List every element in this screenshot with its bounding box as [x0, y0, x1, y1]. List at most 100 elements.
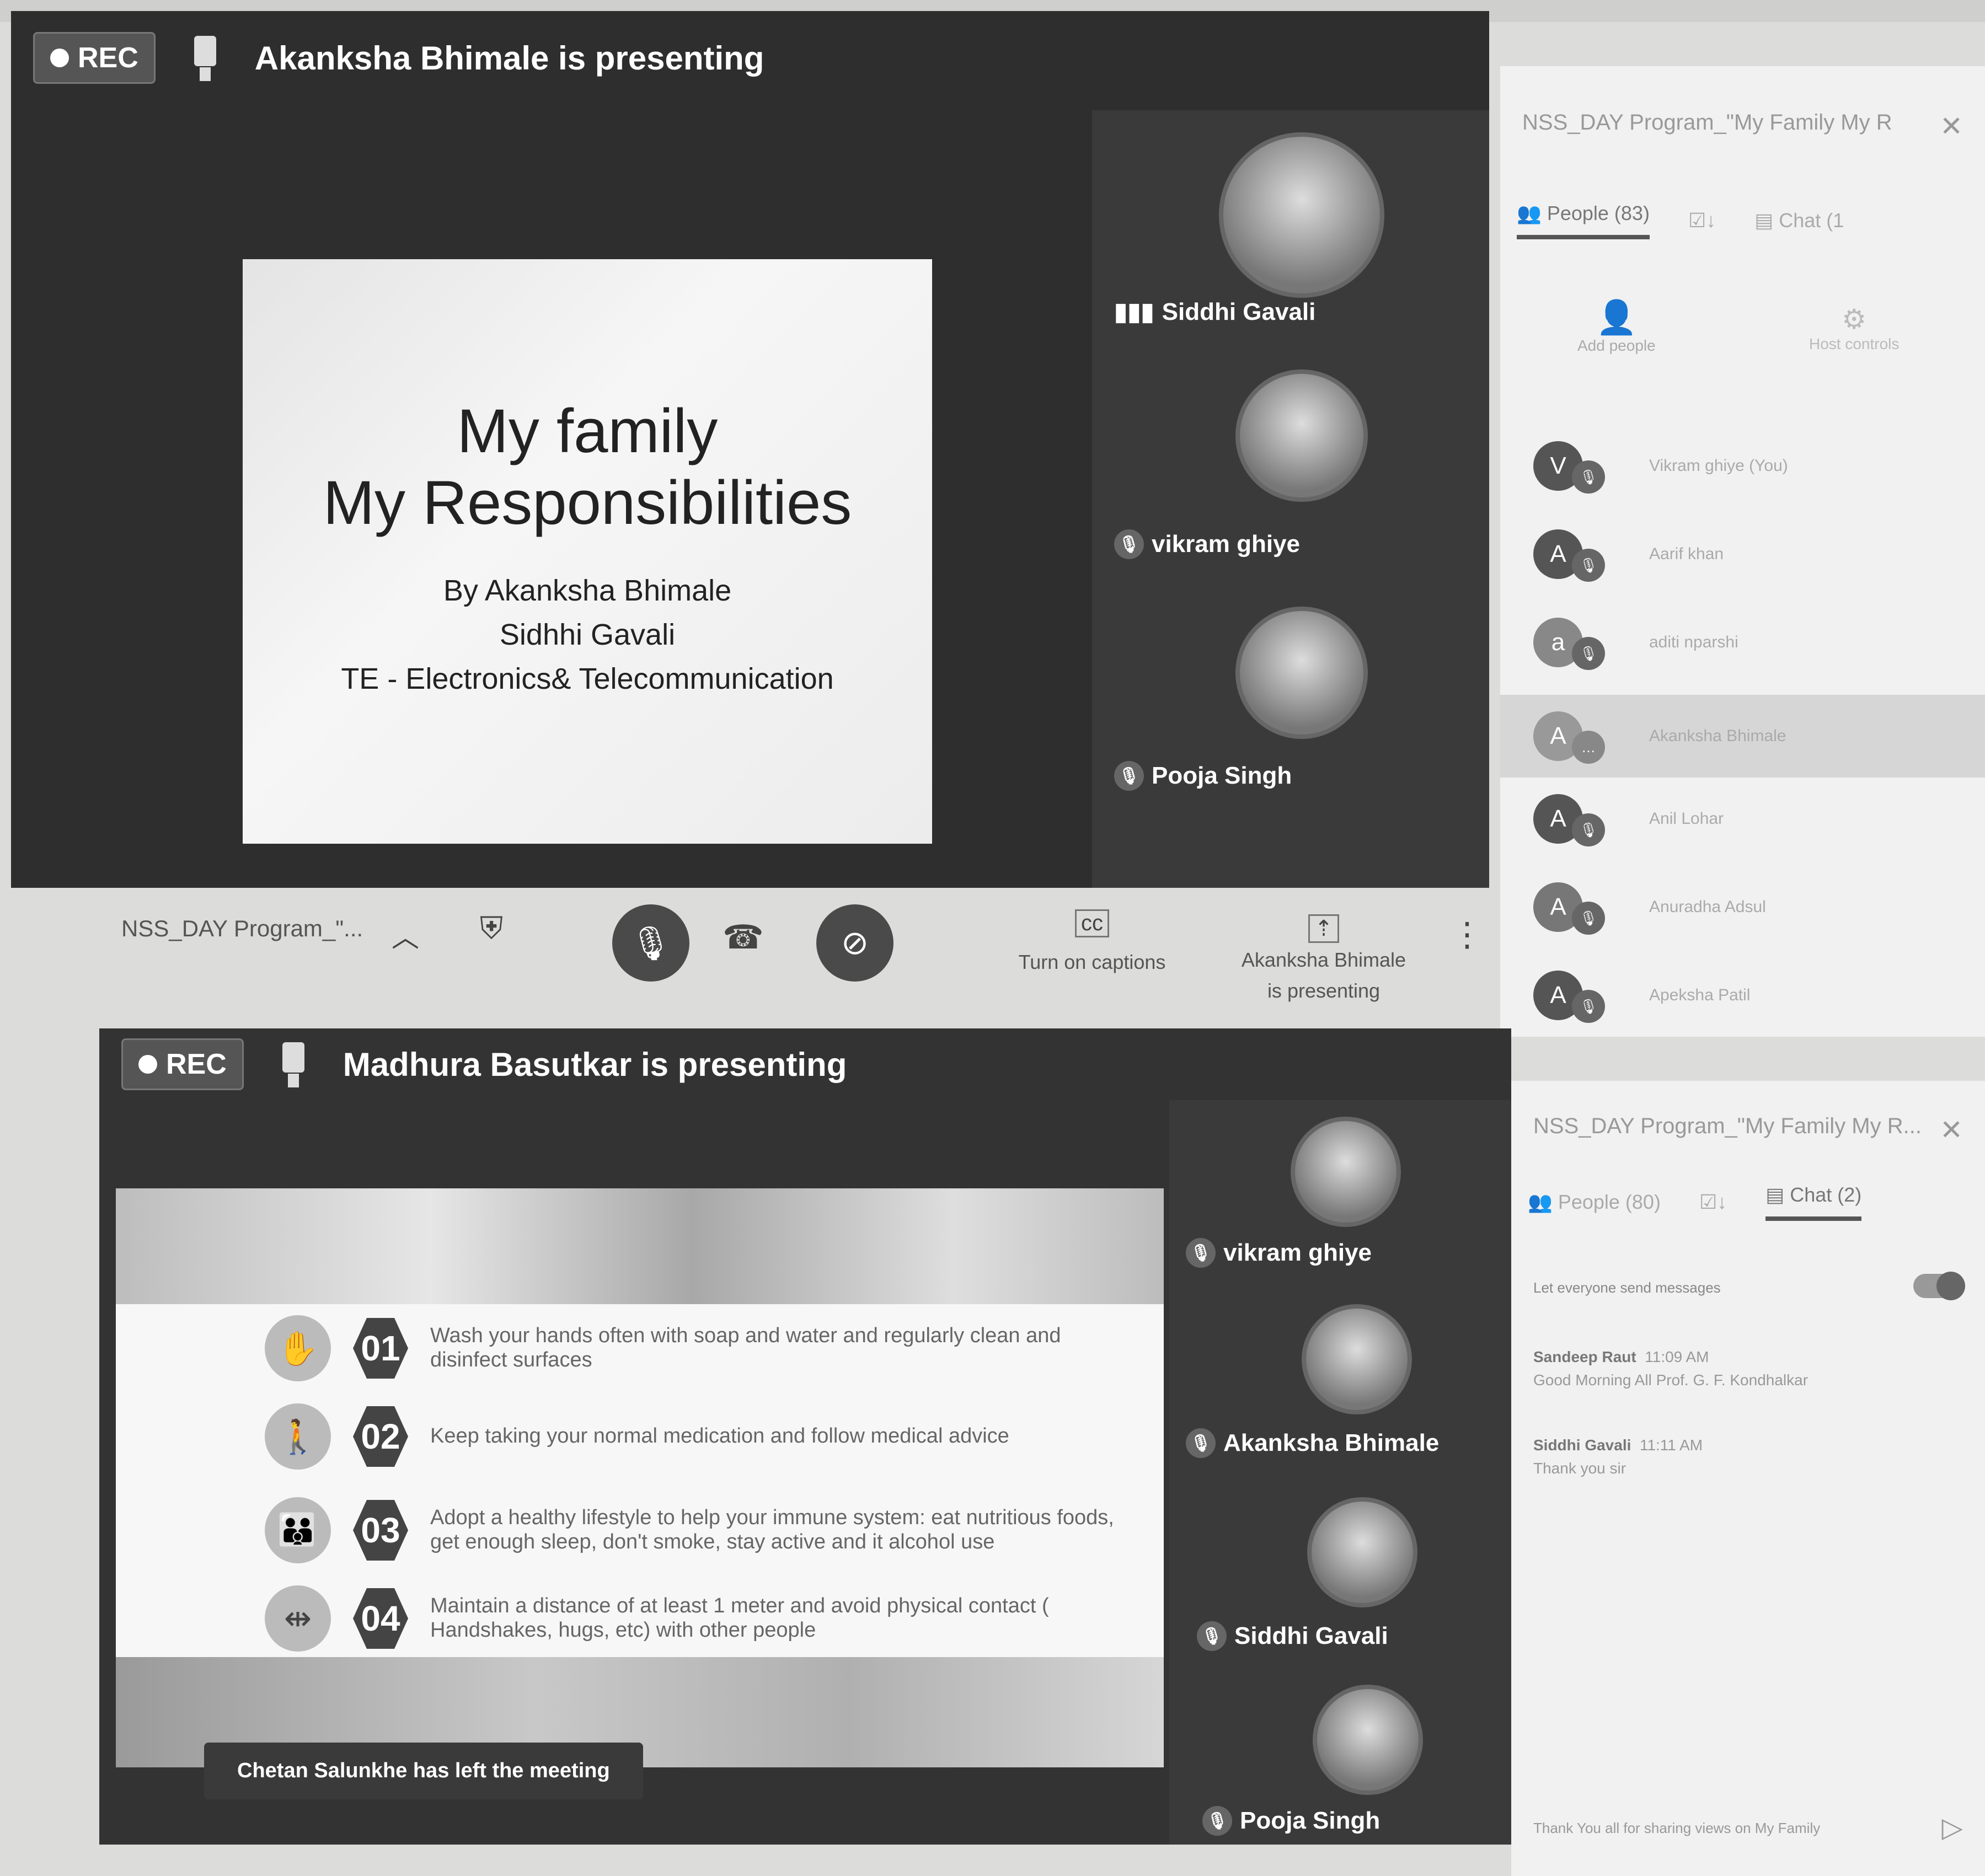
presenting-label-1: Akanksha Bhimale — [1241, 948, 1406, 971]
toggle-knob — [1936, 1272, 1965, 1300]
add-people-button[interactable]: 👤 Add people — [1577, 298, 1656, 355]
person-name: Anil Lohar — [1649, 810, 1724, 828]
step-number: 03 — [353, 1500, 408, 1561]
hang-up-button[interactable]: ☎ — [723, 918, 764, 957]
rec-label: REC — [166, 1048, 227, 1080]
presenting-bar: REC Akanksha Bhimale is presenting — [11, 11, 1489, 105]
mic-off-icon: 🎙 — [1572, 990, 1605, 1023]
mic-off-button[interactable]: 🎙 — [612, 904, 689, 982]
list-item[interactable]: V 🎙 Vikram ghiye (You) — [1533, 430, 1952, 502]
participant-tile[interactable]: 🎙 Siddhi Gavali — [1169, 1481, 1511, 1668]
close-icon[interactable]: ✕ — [1940, 110, 1963, 142]
tab-activities[interactable]: ☑↓ — [1688, 209, 1716, 232]
meeting-name[interactable]: NSS_DAY Program_"... — [121, 915, 363, 942]
host-controls-button[interactable]: ⚙ Host controls — [1809, 303, 1899, 353]
step-text: Maintain a distance of at least 1 meter … — [430, 1594, 1049, 1642]
chat-message: Sandeep Raut 11:09 AM Good Morning All Pr… — [1533, 1346, 1808, 1392]
captions-button[interactable]: cc Turn on captions — [1009, 893, 1175, 993]
tile-name-wrap: 🎙 vikram ghiye — [1186, 1238, 1372, 1268]
participant-tile[interactable]: 🎙 vikram ghiye — [1169, 1100, 1511, 1282]
host-controls-label: Host controls — [1809, 335, 1900, 352]
panel-title: NSS_DAY Program_"My Family My R — [1522, 110, 1892, 135]
activities-icon: ☑↓ — [1699, 1191, 1727, 1213]
activities-icon: ☑↓ — [1688, 209, 1716, 232]
slide-dept: TE - Electronics& Telecommunication — [341, 662, 834, 695]
step-text: Keep taking your normal medication and f… — [430, 1424, 1009, 1448]
send-icon[interactable]: ▷ — [1942, 1811, 1963, 1843]
chat-icon: ▤ — [1754, 209, 1779, 232]
mic-off-icon: 🎙 — [1114, 761, 1144, 791]
person-name: aditi nparshi — [1649, 633, 1738, 651]
slide-title-line2: My Responsibilities — [323, 468, 852, 537]
participant-tile[interactable]: 🎙 vikram ghiye — [1092, 353, 1489, 596]
slide-step: 🚶 02 Keep taking your normal medication an… — [265, 1403, 1136, 1470]
tab-chat[interactable]: ▤ Chat (2) — [1765, 1183, 1862, 1221]
let-everyone-toggle[interactable] — [1913, 1272, 1965, 1300]
rec-dot-icon — [50, 49, 69, 67]
presenter-icon — [277, 1037, 310, 1092]
toggle-icon: ⚙ — [1842, 304, 1867, 335]
step-text: Wash your hands often with soap and wate… — [430, 1324, 1061, 1371]
list-item[interactable]: A 🎙 Anuradha Adsul — [1533, 871, 1952, 943]
tab-people[interactable]: 👥 People (80) — [1528, 1191, 1661, 1214]
mic-off-icon: 🎙 — [1572, 813, 1605, 846]
list-item[interactable]: A 🎙 Aarif khan — [1533, 518, 1952, 590]
captions-label: Turn on captions — [1018, 951, 1166, 974]
person-name: Apeksha Patil — [1649, 986, 1751, 1004]
step-number: 01 — [353, 1318, 408, 1379]
slide-step: ✋ 01 Wash your hands often with soap and w… — [265, 1315, 1136, 1381]
presenting-bar: REC Madhura Basutkar is presenting — [99, 1028, 1511, 1100]
meeting-stage-top: REC Akanksha Bhimale is presenting My fa… — [11, 11, 1489, 888]
chat-icon: ▤ — [1765, 1183, 1790, 1206]
meeting-toolbar: NSS_DAY Program_"... ︿ ⛨ 🎙 ☎ ⊘ cc Turn o… — [105, 893, 1495, 1026]
people-icon: 👥 — [1517, 202, 1547, 224]
participant-tiles: 🎙 vikram ghiye 🎙 Akanksha Bhimale 🎙 Siddhi … — [1169, 1100, 1511, 1845]
more-options-icon[interactable]: ⋮ — [1451, 915, 1484, 954]
avatar — [1307, 1497, 1417, 1607]
shield-icon[interactable]: ⛨ — [480, 910, 503, 947]
list-item-highlighted[interactable]: A… Akanksha Bhimale — [1500, 695, 1985, 778]
let-everyone-label: Let everyone send messages — [1533, 1279, 1721, 1296]
distance-icon: ⇹ — [265, 1585, 331, 1652]
tab-activities[interactable]: ☑↓ — [1699, 1191, 1727, 1214]
presenting-button[interactable]: ⇡ Akanksha Bhimale is presenting — [1230, 893, 1417, 1026]
message-sender: Sandeep Raut — [1533, 1348, 1636, 1365]
list-item[interactable]: a 🎙 aditi nparshi — [1533, 607, 1952, 678]
mic-off-icon: 🎙 — [1572, 902, 1605, 935]
participant-name: Pooja Singh — [1240, 1807, 1381, 1834]
avatar — [1219, 132, 1384, 298]
list-item[interactable]: A 🎙 Apeksha Patil — [1533, 960, 1952, 1031]
tab-chat[interactable]: ▤ Chat (1 — [1754, 209, 1844, 232]
chat-input[interactable]: Thank You all for sharing views on My Fa… — [1533, 1820, 1820, 1837]
phone-icon: ☎ — [723, 919, 764, 956]
person-name: Anuradha Adsul — [1649, 898, 1766, 916]
handwash-icon: ✋ — [265, 1315, 331, 1381]
avatar — [1235, 607, 1368, 739]
presenting-text: Madhura Basutkar is presenting — [343, 1046, 847, 1083]
participant-tile[interactable]: 🎙 Akanksha Bhimale — [1169, 1288, 1511, 1475]
tile-name-wrap: 🎙 Pooja Singh — [1202, 1806, 1380, 1836]
slide-author2: Sidhhi Gavali — [499, 618, 676, 651]
more-icon: … — [1572, 731, 1605, 764]
tile-name-wrap: 🎙 Akanksha Bhimale — [1186, 1428, 1439, 1458]
chat-message: Siddhi Gavali 11:11 AM Thank you sir — [1533, 1434, 1703, 1480]
camera-off-button[interactable]: ⊘ — [816, 904, 893, 982]
list-item[interactable]: A 🎙 Anil Lohar — [1533, 783, 1952, 855]
tile-name-wrap: 🎙 Pooja Singh — [1114, 761, 1292, 791]
people-panel: NSS_DAY Program_"My Family My R ✕ 👥 Peop… — [1500, 66, 1985, 1037]
chevron-up-icon[interactable]: ︿ — [392, 915, 419, 955]
panel-title: NSS_DAY Program_"My Family My R... — [1533, 1114, 1922, 1138]
audio-level-icon: ▮▮▮ — [1114, 298, 1154, 325]
participant-tile[interactable]: ▮▮▮ Siddhi Gavali — [1092, 110, 1489, 353]
avatar — [1313, 1685, 1423, 1795]
tab-people[interactable]: 👥 People (83) — [1517, 202, 1650, 239]
participant-tile[interactable]: 🎙 Pooja Singh — [1169, 1674, 1511, 1845]
close-icon[interactable]: ✕ — [1940, 1114, 1963, 1146]
chat-panel: NSS_DAY Program_"My Family My R... ✕ 👥 P… — [1511, 1081, 1985, 1876]
mic-off-icon: 🎙 — [1572, 549, 1605, 582]
mic-off-icon: 🎙 — [629, 924, 672, 962]
family-icon: 👪 — [265, 1497, 331, 1563]
slide-by-line: By Akanksha Bhimale — [443, 574, 732, 607]
participant-tile[interactable]: 🎙 Pooja Singh — [1092, 596, 1489, 833]
mic-off-icon: 🎙 — [1114, 529, 1144, 559]
